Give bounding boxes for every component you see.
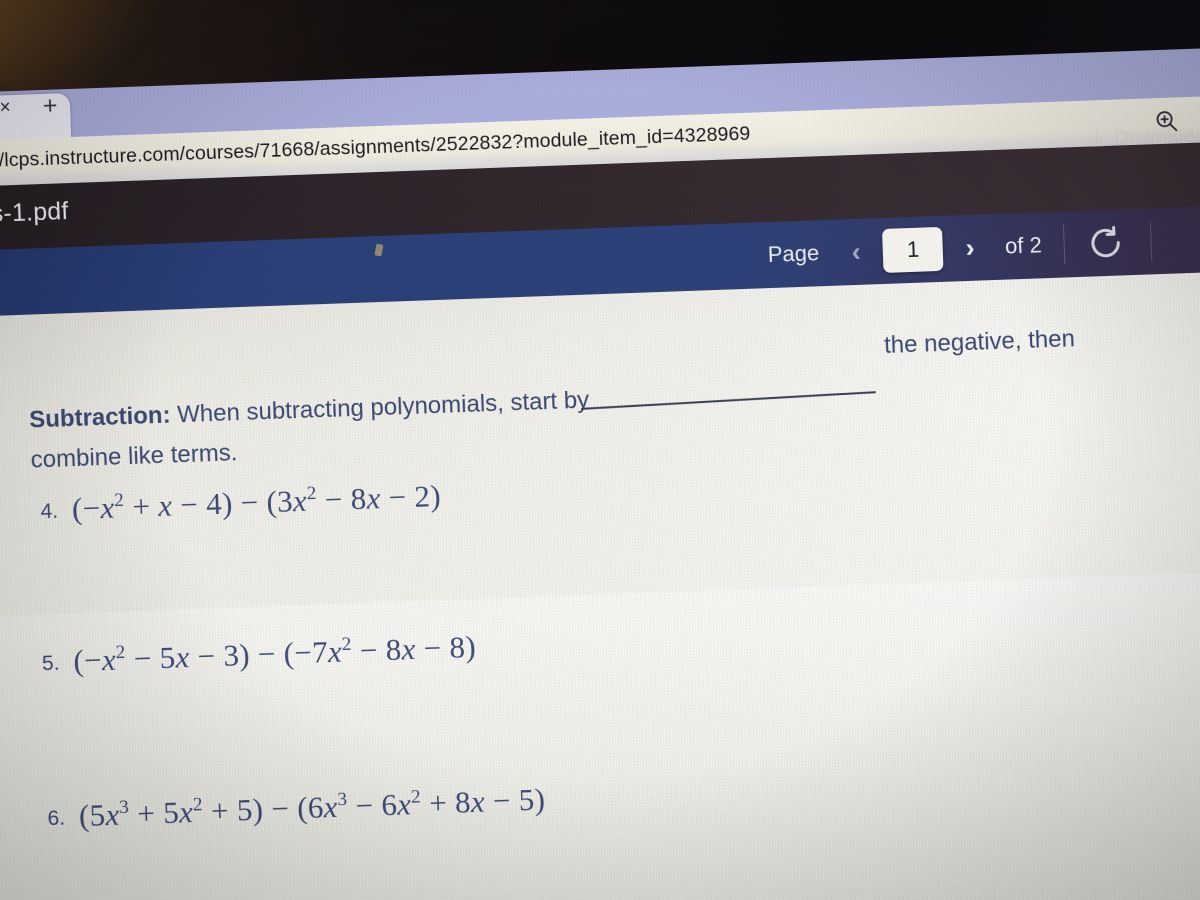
- pdf-file-name: nomials-1.pdf: [0, 197, 70, 231]
- fill-in-blank-rule: [581, 391, 876, 410]
- problem-item: 6. (5x3 + 5x2 + 5) − (6x3 − 6x2 + 8x − 5): [47, 781, 546, 835]
- instruction-line-2: combine like terms.: [30, 439, 238, 474]
- download-button[interactable]: Download: [1086, 123, 1200, 151]
- instruction-rest: When subtracting polynomials, start by: [170, 386, 590, 429]
- page-label: Page: [767, 240, 820, 268]
- problem-expression: (5x3 + 5x2 + 5) − (6x3 − 6x2 + 8x − 5): [78, 781, 546, 834]
- pdf-page: Subtraction: When subtracting polynomial…: [0, 264, 1200, 900]
- page-number-input[interactable]: 1: [882, 226, 944, 273]
- problem-expression: (−x2 + x − 4) − (3x2 − 8x − 2): [71, 477, 442, 527]
- screen-glare: [0, 564, 1200, 900]
- toolbar-divider: [1063, 224, 1066, 265]
- instruction-bold-label: Subtraction:: [28, 401, 172, 434]
- problem-item: 4. (−x2 + x − 4) − (3x2 − 8x − 2): [40, 478, 442, 528]
- problem-number: 6.: [47, 806, 66, 831]
- rotate-counterclockwise-icon[interactable]: [1086, 223, 1125, 262]
- previous-page-icon[interactable]: ‹: [839, 234, 874, 269]
- total-pages-label: of 2: [1004, 232, 1043, 259]
- lamp-glow: [0, 0, 180, 100]
- problem-item: 5. (−x2 − 5x − 3) − (−7x2 − 8x − 8): [41, 628, 477, 681]
- tab-close-icon[interactable]: ×: [0, 95, 19, 122]
- photographed-monitor: × + s://lcps.instructure.com/courses/716…: [0, 0, 1200, 900]
- screenshot-root: × + s://lcps.instructure.com/courses/716…: [0, 0, 1200, 900]
- instruction-line-1: Subtraction: When subtracting polynomial…: [29, 387, 590, 435]
- instruction-tail: the negative, then: [883, 325, 1076, 359]
- new-tab-icon[interactable]: +: [36, 91, 65, 120]
- problem-expression: (−x2 − 5x − 3) − (−7x2 − 8x − 8): [72, 628, 477, 679]
- problem-number: 5.: [41, 651, 60, 676]
- download-icon: [1087, 129, 1108, 150]
- problem-number: 4.: [40, 499, 59, 524]
- download-label: Download: [1113, 123, 1200, 150]
- next-page-icon[interactable]: ›: [953, 230, 988, 265]
